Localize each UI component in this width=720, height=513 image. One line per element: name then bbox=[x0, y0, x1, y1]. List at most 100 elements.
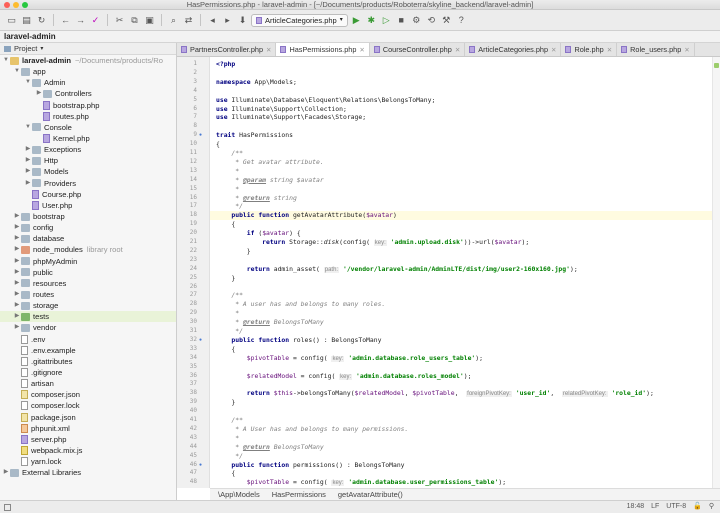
forward-icon[interactable]: → bbox=[74, 14, 87, 27]
save-all-icon[interactable]: ▤ bbox=[20, 14, 33, 27]
code-editor[interactable]: <?php namespace App\Models; use Illuminate… bbox=[210, 57, 712, 488]
tree-item[interactable]: server.php bbox=[0, 434, 176, 445]
tree-item[interactable]: ▶ Http bbox=[0, 155, 176, 166]
collapsed-arrow-icon[interactable]: ▶ bbox=[24, 166, 32, 177]
collapsed-arrow-icon[interactable]: ▶ bbox=[35, 88, 43, 99]
code-line[interactable]: } bbox=[210, 274, 712, 283]
zoom-window-button[interactable] bbox=[22, 2, 28, 8]
code-line[interactable]: * A user has and belongs to many roles. bbox=[210, 300, 712, 309]
code-line[interactable]: { bbox=[210, 469, 712, 478]
collapsed-arrow-icon[interactable]: ▶ bbox=[24, 144, 32, 155]
tree-item[interactable]: ▶ routes bbox=[0, 289, 176, 300]
tree-item[interactable]: ▼ Admin bbox=[0, 77, 176, 88]
copy-icon[interactable]: ⧉ bbox=[128, 14, 141, 27]
code-line[interactable]: { bbox=[210, 140, 712, 149]
code-line[interactable]: * bbox=[210, 309, 712, 318]
collapsed-arrow-icon[interactable]: ▶ bbox=[13, 256, 21, 267]
code-line[interactable]: if ($avatar) { bbox=[210, 229, 712, 238]
run-icon[interactable]: ▶ bbox=[350, 14, 363, 27]
lock-icon[interactable]: 🔓 bbox=[693, 501, 702, 513]
code-line[interactable]: /** bbox=[210, 149, 712, 158]
debug-icon[interactable]: ✱ bbox=[365, 14, 378, 27]
tree-item[interactable]: ▶ bootstrap bbox=[0, 211, 176, 222]
tree-item[interactable]: .env bbox=[0, 334, 176, 345]
code-line[interactable] bbox=[210, 363, 712, 372]
code-line[interactable]: { bbox=[210, 220, 712, 229]
close-tab-icon[interactable]: ✕ bbox=[684, 46, 689, 54]
tree-item[interactable]: ▼ laravel-admin ~/Documents/products/Ro bbox=[0, 55, 176, 66]
tree-item[interactable]: package.json bbox=[0, 412, 176, 423]
collapsed-arrow-icon[interactable]: ▶ bbox=[13, 222, 21, 233]
tree-item[interactable]: ▶ database bbox=[0, 233, 176, 244]
code-line[interactable]: } bbox=[210, 398, 712, 407]
code-line[interactable]: $pivotTable = config( key: 'admin.databa… bbox=[210, 354, 712, 363]
tree-item[interactable]: ▶ phpMyAdmin bbox=[0, 256, 176, 267]
code-line[interactable] bbox=[210, 283, 712, 292]
code-line[interactable]: * bbox=[210, 185, 712, 194]
breadcrumb-item[interactable]: getAvatarAttribute() bbox=[338, 489, 403, 500]
code-line[interactable]: */ bbox=[210, 452, 712, 461]
code-line[interactable] bbox=[210, 256, 712, 265]
code-line[interactable]: <?php bbox=[210, 60, 712, 69]
editor-tab[interactable]: HasPermissions.php ✕ bbox=[276, 43, 370, 56]
tree-item[interactable]: ▶ node_modules library root bbox=[0, 244, 176, 255]
settings-icon[interactable]: ⚒ bbox=[440, 14, 453, 27]
cut-icon[interactable]: ✂ bbox=[113, 14, 126, 27]
git-icon[interactable]: ⚲ bbox=[709, 501, 714, 513]
code-line[interactable] bbox=[210, 122, 712, 131]
tree-item[interactable]: ▶ Controllers bbox=[0, 88, 176, 99]
tree-item[interactable]: routes.php bbox=[0, 111, 176, 122]
code-line[interactable]: */ bbox=[210, 202, 712, 211]
collapsed-arrow-icon[interactable]: ▶ bbox=[13, 233, 21, 244]
code-line[interactable]: $pivotTable = config( key: 'admin.databa… bbox=[210, 478, 712, 487]
coverage-icon[interactable]: ▷ bbox=[380, 14, 393, 27]
collapsed-arrow-icon[interactable]: ▶ bbox=[13, 267, 21, 278]
tree-item[interactable]: ▶ Providers bbox=[0, 178, 176, 189]
tree-item[interactable]: bootstrap.php bbox=[0, 100, 176, 111]
code-line[interactable]: /** bbox=[210, 416, 712, 425]
open-folder-icon[interactable]: ▭ bbox=[5, 14, 18, 27]
minimize-window-button[interactable] bbox=[13, 2, 19, 8]
code-line[interactable]: return $this->belongsToMany($relatedMode… bbox=[210, 389, 712, 398]
project-breadcrumb[interactable]: laravel-admin bbox=[4, 32, 56, 41]
collapsed-arrow-icon[interactable]: ▶ bbox=[24, 155, 32, 166]
code-line[interactable]: trait HasPermissions bbox=[210, 131, 712, 140]
collapsed-arrow-icon[interactable]: ▶ bbox=[24, 178, 32, 189]
collapsed-arrow-icon[interactable]: ▶ bbox=[2, 467, 10, 478]
expanded-arrow-icon[interactable]: ▼ bbox=[13, 66, 21, 77]
tree-item[interactable]: artisan bbox=[0, 378, 176, 389]
code-line[interactable] bbox=[210, 380, 712, 389]
code-line[interactable] bbox=[210, 407, 712, 416]
find-icon[interactable]: ⌕ bbox=[167, 14, 180, 27]
editor-tab[interactable]: PartnersController.php ✕ bbox=[177, 43, 277, 56]
expanded-arrow-icon[interactable]: ▼ bbox=[24, 77, 32, 88]
tree-item[interactable]: ▶ public bbox=[0, 267, 176, 278]
back-icon[interactable]: ← bbox=[59, 14, 72, 27]
tree-item[interactable]: ▶ config bbox=[0, 222, 176, 233]
close-tab-icon[interactable]: ✕ bbox=[607, 46, 612, 54]
implemented-marker-icon[interactable]: ● bbox=[199, 131, 202, 140]
tree-item[interactable]: Course.php bbox=[0, 189, 176, 200]
tree-item[interactable]: User.php bbox=[0, 200, 176, 211]
tree-item[interactable]: ▶ storage bbox=[0, 300, 176, 311]
code-line[interactable]: * @param string $avatar bbox=[210, 176, 712, 185]
code-line[interactable]: * bbox=[210, 434, 712, 443]
code-line[interactable]: use Illuminate\Support\Collection; bbox=[210, 105, 712, 114]
tree-item[interactable]: ▶ tests bbox=[0, 311, 176, 323]
code-line[interactable]: } bbox=[210, 247, 712, 256]
vcs-update-icon[interactable]: ⟲ bbox=[425, 14, 438, 27]
tree-item[interactable]: ▼ Console bbox=[0, 122, 176, 133]
tree-item[interactable]: .gitattributes bbox=[0, 356, 176, 367]
tree-item[interactable]: composer.lock bbox=[0, 400, 176, 411]
code-line[interactable]: * @return string bbox=[210, 194, 712, 203]
attach-debugger-icon[interactable]: ⚙ bbox=[410, 14, 423, 27]
sync-icon[interactable]: ↻ bbox=[35, 14, 48, 27]
code-line[interactable]: return Storage::disk(config( key: 'admin… bbox=[210, 238, 712, 247]
replace-icon[interactable]: ⇄ bbox=[182, 14, 195, 27]
close-tab-icon[interactable]: ✕ bbox=[266, 46, 271, 54]
paste-icon[interactable]: ▣ bbox=[143, 14, 156, 27]
tree-item[interactable]: ▶ vendor bbox=[0, 322, 176, 333]
collapsed-arrow-icon[interactable]: ▶ bbox=[13, 244, 21, 255]
code-line[interactable]: use Illuminate\Database\Eloquent\Relatio… bbox=[210, 96, 712, 105]
help-icon[interactable]: ? bbox=[455, 14, 468, 27]
